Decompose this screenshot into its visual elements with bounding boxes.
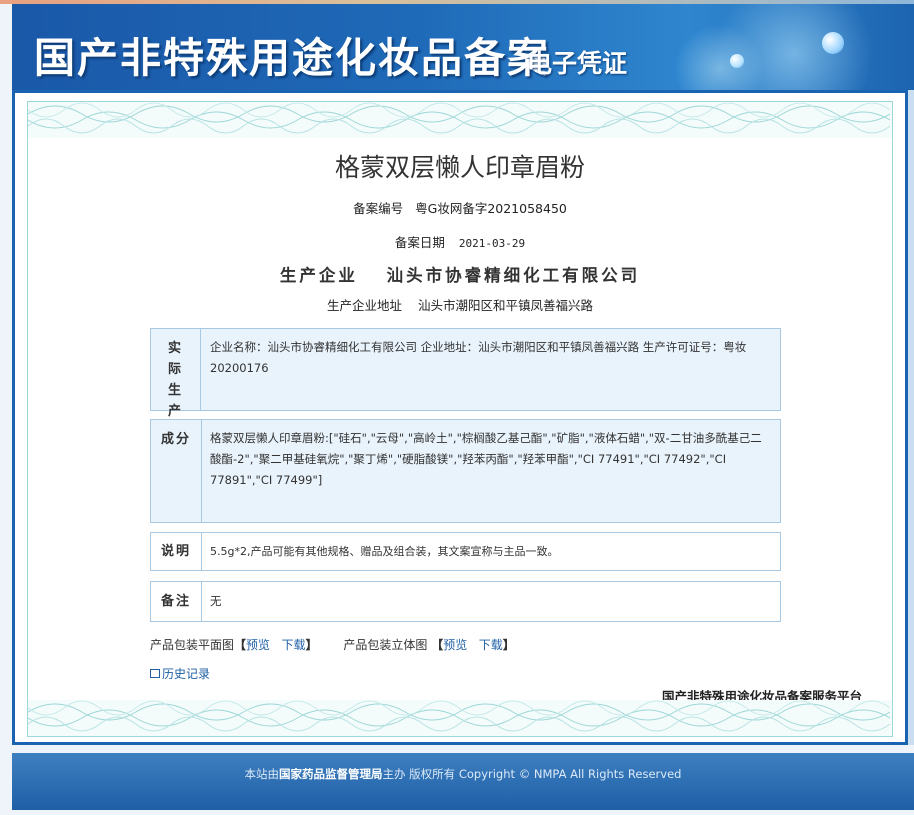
filing-number-label: 备案编号 <box>353 201 404 216</box>
stereo-download-link[interactable]: 下载 <box>479 638 503 652</box>
remark-value: 无 <box>210 594 222 608</box>
filing-date-label: 备案日期 <box>394 235 445 250</box>
page-edge <box>908 90 914 745</box>
banner-orb-icon <box>822 32 844 54</box>
stereo-package-label: 产品包装立体图 <box>343 638 428 652</box>
producer-row: 生产企业 汕头市协睿精细化工有限公司 <box>28 262 892 286</box>
ingredients-value: 格蒙双层懒人印章眉粉:["硅石","云母","高岭土","棕榈酸乙基己酯","矿… <box>210 431 762 487</box>
footer-prefix: 本站由 <box>244 767 280 781</box>
producer-address: 汕头市潮阳区和平镇凤善福兴路 <box>417 298 593 313</box>
producer-address-label: 生产企业地址 <box>326 298 402 313</box>
actual-producer-box: 实际生产企业 企业名称：汕头市协睿精细化工有限公司 企业地址：汕头市潮阳区和平镇… <box>150 328 781 461</box>
description-label: 说明 <box>151 533 202 570</box>
flat-package-label: 产品包装平面图 <box>150 638 235 652</box>
remark-box: 备注 无 <box>150 581 781 622</box>
filing-date: 2021-03-29 <box>458 237 526 250</box>
banner-orb-icon <box>730 54 744 68</box>
stereo-preview-link[interactable]: 预览 <box>443 638 467 652</box>
remark-label: 备注 <box>151 582 202 621</box>
external-window-icon <box>150 669 160 678</box>
filing-number-row: 备案编号 粤G妆网备字2021058450 <box>28 198 892 217</box>
ingredients-label: 成分 <box>151 420 202 522</box>
actual-producer-label: 实际生产企业 <box>151 329 201 461</box>
footer-org: 国家药品监督管理局 <box>279 767 383 781</box>
history-link[interactable]: 历史记录 <box>150 665 210 682</box>
producer-address-row: 生产企业地址 汕头市潮阳区和平镇凤善福兴路 <box>28 295 892 314</box>
product-name: 格蒙双层懒人印章眉粉 <box>334 153 585 182</box>
guilloche-border-top <box>28 102 892 138</box>
flat-download-link[interactable]: 下载 <box>282 638 306 652</box>
header-banner: 国产非特殊用途化妆品备案 电子凭证 <box>12 4 914 90</box>
package-images-row: 产品包装平面图【预览 下载】 产品包装立体图 【预览 下载】 <box>150 638 515 652</box>
description-box: 说明 5.5g*2,产品可能有其他规格、赠品及组合装，其文案宣称与主品一致。 <box>150 532 781 571</box>
ingredients-box: 成分 格蒙双层懒人印章眉粉:["硅石","云母","高岭土","棕榈酸乙基己酯"… <box>150 419 781 523</box>
history-link-label[interactable]: 历史记录 <box>162 667 210 681</box>
actual-producer-value: 企业名称：汕头市协睿精细化工有限公司 企业地址：汕头市潮阳区和平镇凤善福兴路 生… <box>210 340 747 375</box>
certificate-frame: 格蒙双层懒人印章眉粉 备案编号 粤G妆网备字2021058450 备案日期 20… <box>12 90 908 745</box>
banner-title: 国产非特殊用途化妆品备案 <box>34 34 550 82</box>
site-footer: 本站由国家药品监督管理局主办 版权所有 Copyright © NMPA All… <box>12 753 914 810</box>
footer-copyright: 主办 版权所有 Copyright © NMPA All Rights Rese… <box>382 767 682 781</box>
flat-preview-link[interactable]: 预览 <box>246 638 270 652</box>
filing-date-row: 备案日期 2021-03-29 <box>28 232 892 251</box>
producer-name: 汕头市协睿精细化工有限公司 <box>386 266 641 285</box>
producer-label: 生产企业 <box>279 266 358 285</box>
certificate: 格蒙双层懒人印章眉粉 备案编号 粤G妆网备字2021058450 备案日期 20… <box>27 101 893 737</box>
banner-subtitle: 电子凭证 <box>527 49 628 78</box>
filing-number: 粤G妆网备字2021058450 <box>415 201 567 216</box>
guilloche-border-bottom <box>28 700 892 736</box>
description-value: 5.5g*2,产品可能有其他规格、赠品及组合装，其文案宣称与主品一致。 <box>210 545 559 558</box>
